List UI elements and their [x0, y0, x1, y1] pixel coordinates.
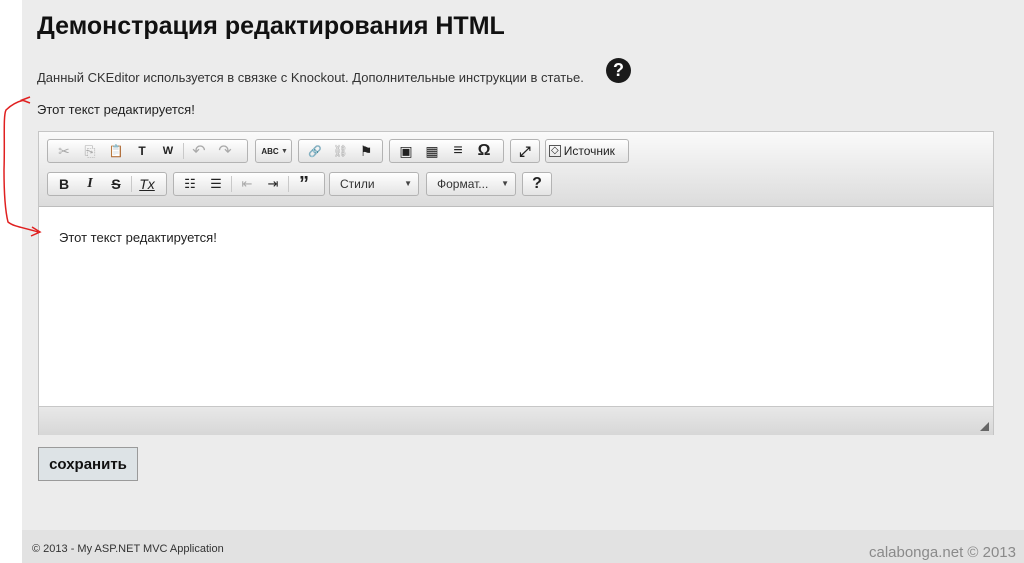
horizontal-rule-icon[interactable]: ≡ — [445, 140, 471, 162]
editor-toolbar: ✂ ⎘ 📋 T W ↶ ↷ ABC ▼ 🔗 ⛓ ⚑ ▣ ▦ ≡ Ω ⤢ ◇ Ис… — [39, 132, 993, 207]
copy-icon[interactable]: ⎘ — [77, 140, 103, 162]
anchor-icon[interactable]: ⚑ — [353, 140, 379, 162]
outdent-icon[interactable]: ⇤ — [234, 173, 260, 195]
editor-content-area[interactable]: Этот текст редактируется! — [39, 207, 993, 405]
chevron-down-icon[interactable]: ▼ — [281, 148, 288, 155]
styles-dropdown[interactable]: Стили ▼ — [329, 172, 419, 196]
bulleted-list-icon[interactable]: ☰ — [203, 173, 229, 195]
numbered-list-icon[interactable]: ☷ — [177, 173, 203, 195]
format-label: Формат... — [437, 177, 489, 191]
basicstyles-group: B I S Tx — [47, 172, 167, 196]
strikethrough-icon[interactable]: S — [103, 173, 129, 195]
bound-text-preview: Этот текст редактируется! — [37, 102, 195, 117]
italic-icon[interactable]: I — [77, 173, 103, 195]
toolbar-separator — [231, 176, 232, 192]
link-group: 🔗 ⛓ ⚑ — [298, 139, 383, 163]
clipboard-group: ✂ ⎘ 📋 T W ↶ ↷ — [47, 139, 248, 163]
image-icon[interactable]: ▣ — [393, 140, 419, 162]
page-title: Демонстрация редактирования HTML — [37, 12, 505, 40]
insert-group: ▣ ▦ ≡ Ω — [389, 139, 504, 163]
tools-group: ⤢ — [510, 139, 540, 163]
page-content: Демонстрация редактирования HTML Данный … — [22, 0, 1024, 530]
unlink-icon[interactable]: ⛓ — [328, 140, 354, 162]
intro-text: Данный CKEditor используется в связке с … — [37, 70, 584, 85]
save-button[interactable]: сохранить — [38, 447, 138, 481]
format-dropdown[interactable]: Формат... ▼ — [426, 172, 516, 196]
maximize-icon[interactable]: ⤢ — [514, 140, 536, 162]
source-icon: ◇ — [549, 145, 561, 157]
chevron-down-icon: ▼ — [501, 179, 509, 188]
resize-handle-icon[interactable] — [980, 422, 989, 431]
source-label: Источник — [563, 144, 615, 158]
spellcheck-icon[interactable]: ABC — [259, 140, 281, 162]
paragraph-group: ☷ ☰ ⇤ ⇥ ” — [173, 172, 325, 196]
indent-icon[interactable]: ⇥ — [260, 173, 286, 195]
toolbar-separator — [288, 176, 289, 192]
redo-icon[interactable]: ↷ — [212, 140, 238, 162]
paste-text-icon[interactable]: T — [129, 140, 155, 162]
link-icon[interactable]: 🔗 — [302, 140, 328, 162]
watermark: calabonga.net © 2013 — [868, 544, 1016, 561]
about-group: ? — [522, 172, 552, 196]
undo-icon[interactable]: ↶ — [186, 140, 212, 162]
toolbar-separator — [131, 176, 132, 192]
special-char-icon[interactable]: Ω — [471, 140, 497, 162]
editor-statusbar — [39, 406, 993, 435]
editor-text[interactable]: Этот текст редактируется! — [59, 230, 217, 245]
toolbar-separator — [183, 143, 184, 159]
blockquote-icon[interactable]: ” — [291, 173, 317, 195]
arrowhead-top — [19, 96, 31, 104]
about-icon[interactable]: ? — [526, 173, 548, 195]
source-button[interactable]: ◇ Источник — [545, 139, 629, 163]
help-icon[interactable]: ? — [606, 58, 631, 83]
paste-icon[interactable]: 📋 — [103, 140, 129, 162]
annotation-arrow — [3, 96, 42, 237]
chevron-down-icon: ▼ — [404, 179, 412, 188]
spellcheck-group: ABC ▼ — [255, 139, 292, 163]
styles-label: Стили — [340, 177, 375, 191]
ckeditor: ✂ ⎘ 📋 T W ↶ ↷ ABC ▼ 🔗 ⛓ ⚑ ▣ ▦ ≡ Ω ⤢ ◇ Ис… — [38, 131, 994, 435]
copyright-text: © 2013 - My ASP.NET MVC Application — [32, 543, 224, 555]
paste-word-icon[interactable]: W — [155, 140, 181, 162]
table-icon[interactable]: ▦ — [419, 140, 445, 162]
remove-format-icon[interactable]: Tx — [134, 173, 160, 195]
